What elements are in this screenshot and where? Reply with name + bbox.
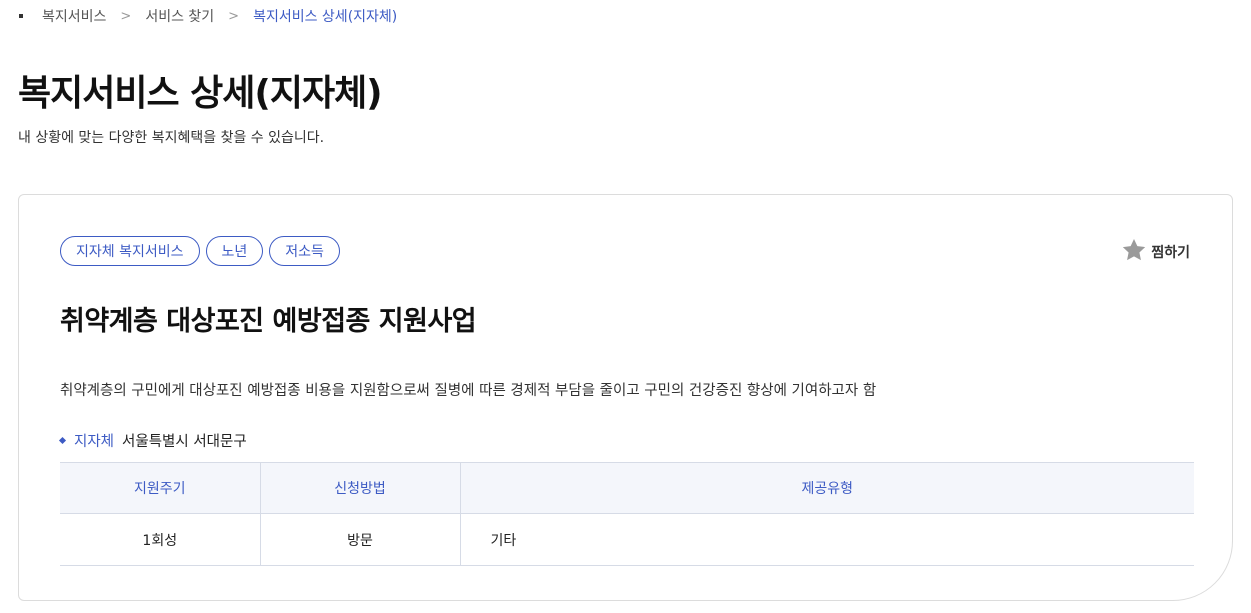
tag-senior: 노년 [205, 236, 264, 266]
cell-application-method: 방문 [259, 513, 460, 566]
service-info-table: 지원주기 신청방법 제공유형 1회성 방문 기타 [60, 462, 1194, 566]
favorite-label: 찜하기 [1151, 245, 1190, 261]
tag-list: 지자체 복지서비스 노년 저소득 [60, 236, 340, 266]
region-value: 서울특별시 서대문구 [122, 434, 247, 450]
region-label: 지자체 [74, 434, 115, 450]
service-description: 취약계층의 구민에게 대상포진 예방접종 비용을 지원함으로써 질병에 따른 경… [60, 383, 877, 399]
chevron-right-icon: > [228, 8, 240, 24]
page-title: 복지서비스 상세(지자체) [18, 73, 383, 114]
breadcrumb: 복지서비스 > 서비스 찾기 > 복지서비스 상세(지자체) [0, 4, 397, 28]
favorite-button[interactable]: 찜하기 [1121, 237, 1190, 267]
header-support-cycle: 지원주기 [60, 462, 260, 514]
breadcrumb-item-current: 복지서비스 상세(지자체) [253, 9, 398, 25]
cell-support-cycle: 1회성 [60, 513, 260, 566]
header-provision-type: 제공유형 [459, 462, 1194, 514]
table-header-row: 지원주기 신청방법 제공유형 [60, 462, 1194, 514]
service-detail-card: 지자체 복지서비스 노년 저소득 찜하기 취약계층 대상포진 예방접종 지원사업… [18, 194, 1233, 601]
breadcrumb-item-find-service[interactable]: 서비스 찾기 [145, 6, 214, 26]
diamond-bullet-icon [58, 436, 67, 445]
tag-low-income: 저소득 [269, 236, 340, 266]
service-title: 취약계층 대상포진 예방접종 지원사업 [60, 306, 477, 337]
breadcrumb-item-welfare[interactable]: 복지서비스 [42, 6, 106, 26]
chevron-right-icon: > [120, 8, 132, 24]
star-icon [1121, 237, 1147, 267]
header-application-method: 신청방법 [259, 462, 460, 514]
region-info: 지자체 서울특별시 서대문구 [58, 430, 247, 451]
table-row: 1회성 방문 기타 [60, 513, 1194, 566]
page-subtitle: 내 상황에 맞는 다양한 복지혜택을 찾을 수 있습니다. [18, 130, 325, 146]
tag-local-welfare: 지자체 복지서비스 [60, 236, 200, 266]
cell-provision-type: 기타 [459, 513, 1194, 566]
breadcrumb-home-dot [19, 14, 23, 18]
